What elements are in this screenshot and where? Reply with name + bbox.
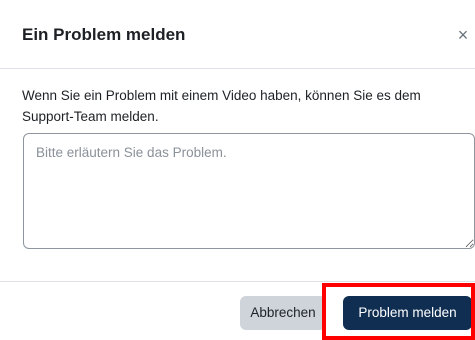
cancel-button[interactable]: Abbrechen [240, 296, 326, 330]
report-problem-dialog: Ein Problem melden × Wenn Sie ein Proble… [0, 0, 475, 340]
close-icon[interactable]: × [454, 24, 472, 46]
dialog-title: Ein Problem melden [22, 25, 186, 44]
problem-description-textarea[interactable] [23, 133, 475, 249]
dialog-body: Wenn Sie ein Problem mit einem Video hab… [0, 69, 475, 281]
intro-text: Wenn Sie ein Problem mit einem Video hab… [22, 88, 421, 124]
report-problem-button[interactable]: Problem melden [343, 296, 472, 330]
dialog-header: Ein Problem melden × [0, 0, 475, 69]
dialog-footer: Abbrechen Problem melden [0, 281, 475, 340]
